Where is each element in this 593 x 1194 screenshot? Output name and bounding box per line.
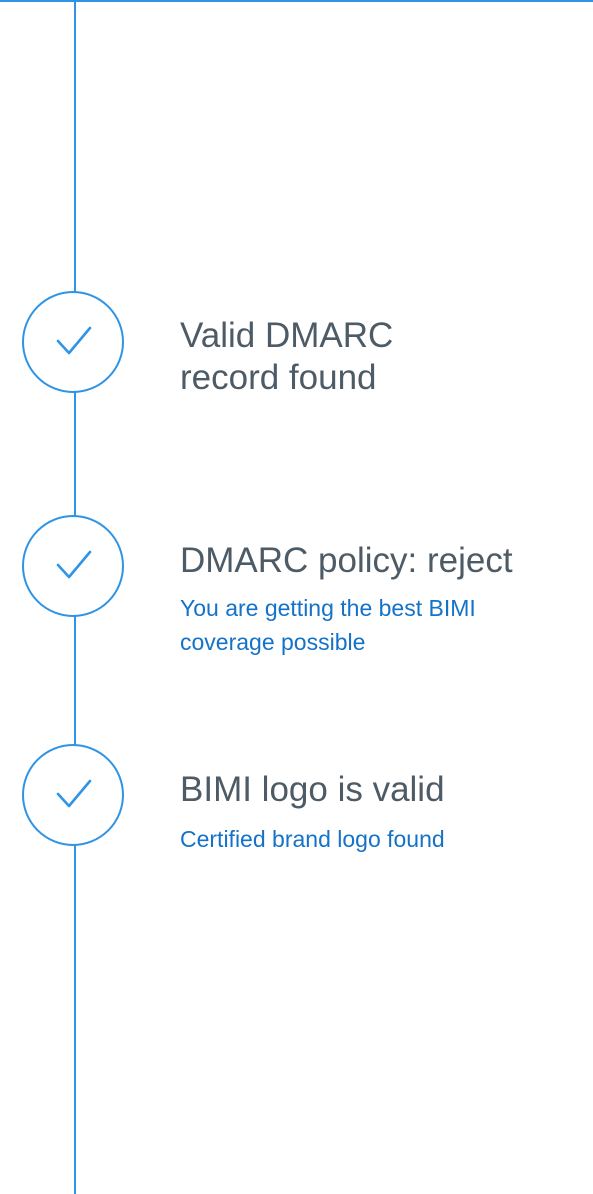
step-title: record found xyxy=(180,358,377,397)
step-title: Valid DMARC xyxy=(180,316,394,355)
step-title: DMARC policy: reject xyxy=(180,541,513,580)
bimi-check-results: Valid DMARC record found DMARC policy: r… xyxy=(0,0,593,1194)
step-subtitle: You are getting the best BIMI xyxy=(180,595,476,621)
check-icon xyxy=(22,515,124,617)
top-divider xyxy=(0,0,593,2)
step-title: BIMI logo is valid xyxy=(180,770,445,809)
check-icon xyxy=(22,744,124,846)
check-icon xyxy=(22,291,124,393)
step-subtitle: coverage possible xyxy=(180,629,366,655)
step-subtitle: Certified brand logo found xyxy=(180,826,445,852)
